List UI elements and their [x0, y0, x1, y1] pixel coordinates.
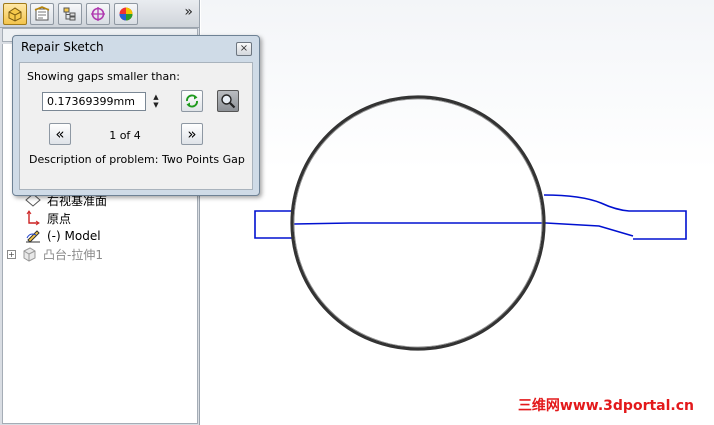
more-tabs-chevron[interactable]: » — [184, 4, 193, 20]
refresh-button[interactable] — [181, 90, 203, 112]
feature-manager-tab[interactable] — [3, 3, 27, 25]
manager-tab-strip: » — [0, 0, 199, 28]
gap-counter: 1 of 4 — [109, 129, 141, 142]
repair-sketch-dialog: Repair Sketch × Showing gaps smaller tha… — [12, 35, 260, 196]
close-icon: × — [239, 43, 249, 54]
zoom-to-gap-button[interactable] — [217, 90, 239, 112]
tree-item-model-sketch[interactable]: (-) Model — [11, 227, 101, 245]
graphics-area[interactable]: 三维网www.3dportal.cn — [201, 0, 714, 425]
sketch-left-profile[interactable] — [254, 210, 294, 239]
tree-item-boss-extrude[interactable]: + 凸台-拉伸1 — [7, 245, 103, 263]
problem-description: Description of problem: Two Points Gap — [29, 153, 245, 166]
origin-icon — [24, 210, 42, 226]
tree-item-label: (-) Model — [47, 229, 101, 243]
double-chevron-left-icon: « — [55, 124, 65, 143]
gap-threshold-input[interactable] — [42, 92, 146, 111]
dialog-close-button[interactable]: × — [236, 42, 252, 56]
expand-toggle[interactable]: + — [7, 249, 16, 259]
sketch-canvas[interactable] — [201, 0, 714, 425]
property-manager-icon — [34, 6, 50, 21]
previous-gap-button[interactable]: « — [49, 123, 71, 145]
watermark: 三维网www.3dportal.cn — [517, 398, 694, 414]
dialog-body: Showing gaps smaller than: ▲▼ « 1 of 4 »… — [19, 62, 253, 190]
tree-item-origin[interactable]: 原点 — [11, 209, 71, 227]
next-gap-button[interactable]: » — [181, 123, 203, 145]
display-manager-icon — [119, 7, 133, 21]
tree-item-label: 凸台-拉伸1 — [43, 247, 103, 262]
dimxpert-manager-tab[interactable] — [86, 3, 110, 25]
configuration-manager-tab[interactable] — [58, 3, 82, 25]
gap-threshold-label: Showing gaps smaller than: — [27, 70, 180, 83]
extrude-icon — [20, 246, 38, 262]
display-manager-tab[interactable] — [114, 3, 138, 25]
double-chevron-right-icon: » — [187, 124, 197, 143]
configuration-manager-icon — [63, 7, 76, 21]
dimxpert-manager-icon — [91, 7, 105, 21]
dialog-title: Repair Sketch — [21, 40, 104, 54]
tree-item-label: 原点 — [47, 211, 72, 226]
refresh-icon — [186, 94, 198, 108]
property-manager-tab[interactable] — [30, 3, 54, 25]
sketch-center-line[interactable] — [293, 222, 634, 237]
feature-manager-icon — [8, 7, 22, 22]
magnifier-icon — [221, 94, 236, 109]
gap-threshold-spinner[interactable]: ▲ ▼ — [151, 93, 161, 111]
sketch-right-upper-profile[interactable] — [543, 194, 687, 240]
sketch-icon — [24, 228, 42, 244]
